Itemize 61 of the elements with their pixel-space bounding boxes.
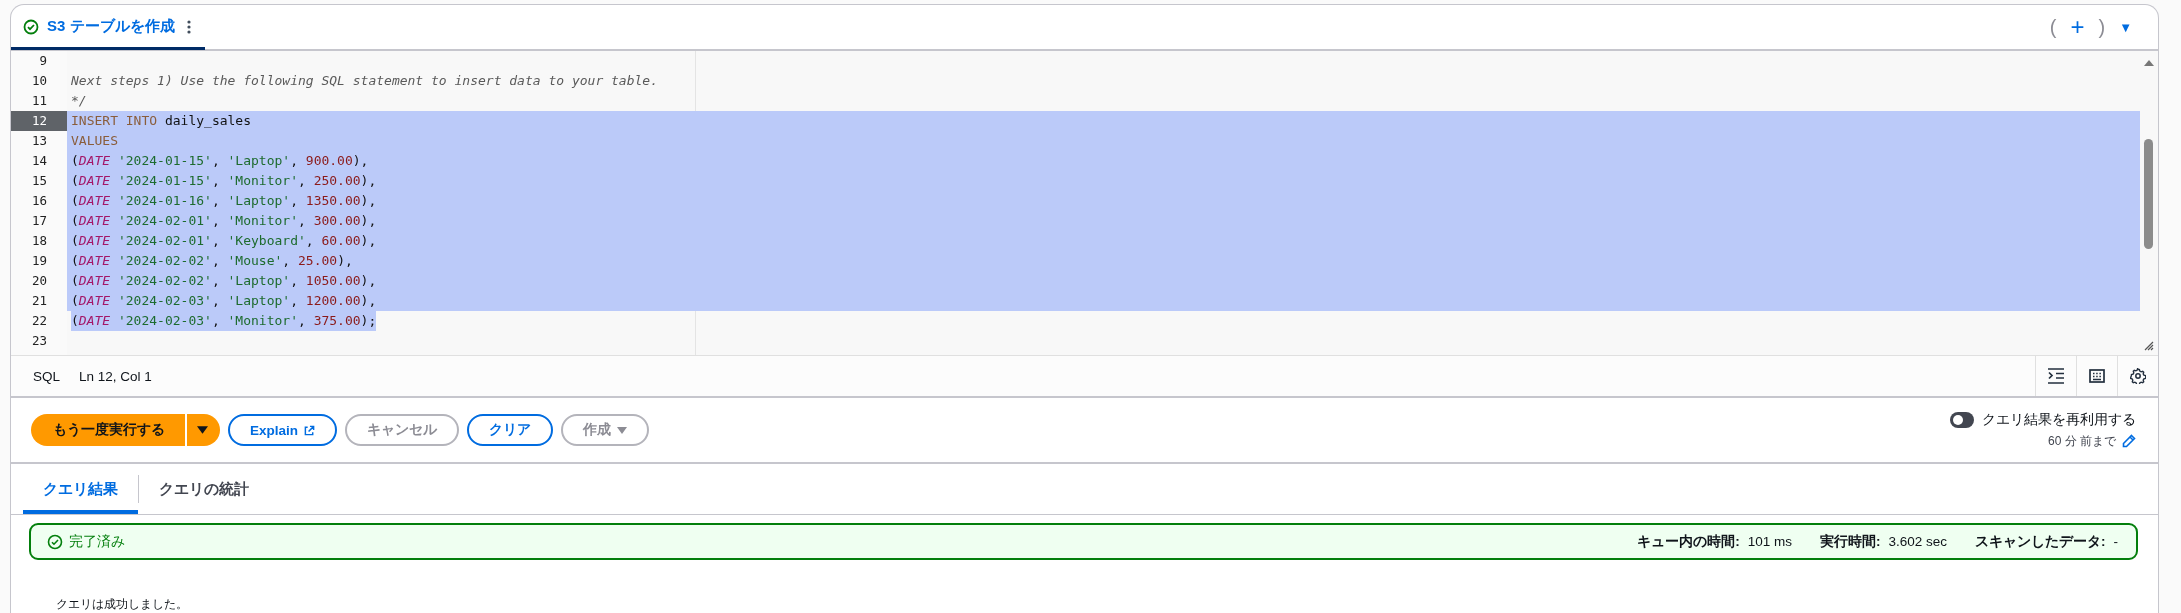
line-number: 23 bbox=[30, 332, 48, 350]
reuse-duration: 60 分 前まで bbox=[2048, 432, 2116, 450]
success-icon bbox=[23, 18, 39, 35]
line-number: 17 bbox=[30, 212, 48, 230]
line-number: 20 bbox=[30, 272, 48, 290]
external-link-icon bbox=[304, 424, 315, 436]
clear-button[interactable]: クリア bbox=[467, 414, 553, 446]
success-icon bbox=[47, 533, 63, 550]
stat-value: 101 ms bbox=[1747, 534, 1792, 549]
line-number: 21 bbox=[30, 292, 48, 310]
code-line: */ bbox=[71, 93, 87, 108]
line-number: 18 bbox=[30, 232, 48, 250]
code-line: (DATE '2024-01-16', 'Laptop', 1350.00), bbox=[71, 193, 377, 208]
status-text: 完了済み bbox=[69, 532, 125, 551]
resize-handle-icon[interactable] bbox=[2144, 341, 2154, 351]
run-again-button[interactable]: もう一度実行する bbox=[31, 414, 185, 446]
scrollbar-thumb[interactable] bbox=[2144, 139, 2153, 249]
code-line: (DATE '2024-02-01', 'Monitor', 300.00), bbox=[71, 213, 377, 228]
cursor-position: Ln 12, Col 1 bbox=[79, 368, 152, 384]
line-number: 19 bbox=[30, 252, 48, 270]
line-number: 16 bbox=[30, 192, 48, 210]
edit-icon[interactable] bbox=[2122, 434, 2136, 448]
stat-value: - bbox=[2113, 534, 2118, 549]
line-number: 13 bbox=[30, 132, 48, 150]
line-number: 14 bbox=[30, 152, 48, 170]
line-number: 15 bbox=[30, 172, 48, 190]
tab-menu-button[interactable]: ▼ bbox=[2119, 19, 2132, 35]
stat-label: キュー内の時間: bbox=[1637, 532, 1740, 551]
stat-label: スキャンしたデータ: bbox=[1975, 532, 2106, 551]
caret-icon bbox=[197, 426, 208, 434]
stat-value: 3.602 sec bbox=[1888, 534, 1947, 549]
run-options-button[interactable] bbox=[187, 414, 220, 446]
line-number: 9 bbox=[38, 52, 48, 70]
result-tab[interactable]: クエリの統計 bbox=[139, 464, 269, 514]
line-number: 22 bbox=[30, 312, 48, 330]
caret-icon bbox=[617, 426, 627, 434]
more-icon[interactable] bbox=[186, 18, 191, 35]
code-line: (DATE '2024-02-02', 'Laptop', 1050.00), bbox=[71, 273, 377, 288]
line-number: 12 bbox=[11, 111, 67, 131]
result-message: クエリは成功しました。 bbox=[56, 596, 189, 613]
parenthesis: ( bbox=[2049, 15, 2057, 39]
code-line: (DATE '2024-01-15', 'Laptop', 900.00), bbox=[71, 153, 369, 168]
code-line: (DATE '2024-02-01', 'Keyboard', 60.00), bbox=[71, 233, 377, 248]
code-line: INSERT INTO daily_sales bbox=[71, 113, 251, 128]
code-line: (DATE '2024-02-03', 'Laptop', 1200.00), bbox=[71, 293, 377, 308]
add-tab-button[interactable]: + bbox=[2070, 13, 2085, 41]
create-button[interactable]: 作成 bbox=[561, 414, 649, 446]
line-number: 11 bbox=[30, 92, 48, 110]
scroll-up-icon[interactable] bbox=[2144, 60, 2154, 66]
code-line: Next steps 1) Use the following SQL statement to insert data to your table. bbox=[71, 73, 658, 88]
result-tab[interactable]: クエリ結果 bbox=[23, 464, 138, 514]
cancel-button[interactable]: キャンセル bbox=[345, 414, 459, 446]
parenthesis: ) bbox=[2098, 15, 2106, 39]
line-number: 10 bbox=[30, 72, 48, 90]
code-line: (DATE '2024-01-15', 'Monitor', 250.00), bbox=[71, 173, 377, 188]
reuse-toggle[interactable] bbox=[1950, 411, 1974, 428]
code-line: VALUES bbox=[71, 133, 118, 148]
stat-label: 実行時間: bbox=[1819, 532, 1881, 551]
code-line: (DATE '2024-02-02', 'Mouse', 25.00), bbox=[71, 253, 353, 268]
explain-button[interactable]: Explain bbox=[228, 414, 337, 446]
reuse-label: クエリ結果を再利用する bbox=[1982, 410, 2136, 429]
